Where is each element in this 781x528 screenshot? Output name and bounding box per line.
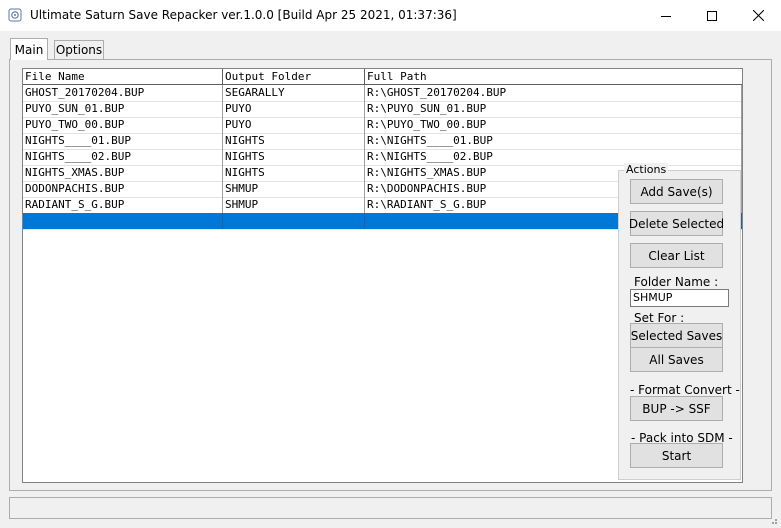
file-name-cell: NIGHTS_XMAS.BUP [23, 165, 223, 181]
title-bar[interactable]: Ultimate Saturn Save Repacker ver.1.0.0 … [0, 0, 781, 31]
tab-options-label: Options [55, 43, 103, 57]
table-row[interactable]: PUYO_SUN_01.BUP PUYO R:\PUYO_SUN_01.BUP [23, 101, 742, 118]
window-title: Ultimate Saturn Save Repacker ver.1.0.0 … [30, 8, 457, 22]
bup-to-ssf-button[interactable]: BUP -> SSF [630, 396, 723, 421]
full-path-cell: R:\PUYO_TWO_00.BUP [365, 117, 742, 133]
resize-grip-icon[interactable] [768, 514, 778, 524]
folder-name-label: Folder Name : [634, 275, 719, 289]
minimize-icon [661, 15, 671, 17]
file-name-cell: RADIANT_S_G.BUP [23, 197, 223, 213]
table-row[interactable]: PUYO_TWO_00.BUP PUYO R:\PUYO_TWO_00.BUP [23, 117, 742, 134]
output-folder-cell: NIGHTS [223, 133, 365, 149]
output-folder-cell: SHMUP [223, 197, 365, 213]
output-folder-cell: SEGARALLY [223, 85, 365, 101]
selected-saves-button[interactable]: Selected Saves [630, 323, 723, 348]
output-folder-cell: SHMUP [223, 181, 365, 197]
add-saves-button[interactable]: Add Save(s) [630, 179, 723, 204]
output-folder-cell: NIGHTS [223, 165, 365, 181]
folder-name-input[interactable]: SHMUP [630, 289, 729, 307]
tab-main-label: Main [14, 42, 44, 57]
output-folder-cell [223, 213, 365, 229]
start-button[interactable]: Start [630, 443, 723, 468]
close-icon [752, 10, 764, 21]
column-header-file-name[interactable]: File Name [23, 69, 223, 85]
column-header-output-folder[interactable]: Output Folder [223, 69, 365, 85]
maximize-button[interactable] [689, 0, 735, 31]
actions-legend: Actions [624, 163, 669, 176]
full-path-cell: R:\PUYO_SUN_01.BUP [365, 101, 742, 117]
format-convert-label: - Format Convert - [630, 383, 740, 397]
table-row[interactable]: NIGHTS____01.BUP NIGHTS R:\NIGHTS____01.BU… [23, 133, 742, 150]
tab-options[interactable]: Options [54, 40, 104, 59]
file-name-cell: GHOST_20170204.BUP [23, 85, 223, 101]
full-path-cell: R:\GHOST_20170204.BUP [365, 85, 742, 101]
file-name-cell: NIGHTS____02.BUP [23, 149, 223, 165]
column-header-full-path[interactable]: Full Path [365, 69, 742, 85]
status-bar [9, 497, 772, 519]
maximize-icon [707, 10, 717, 21]
delete-selected-button[interactable]: Delete Selected [629, 211, 724, 236]
file-name-cell: PUYO_SUN_01.BUP [23, 101, 223, 117]
minimize-button[interactable] [643, 0, 689, 31]
clear-list-button[interactable]: Clear List [630, 243, 723, 268]
file-name-cell [23, 213, 223, 229]
full-path-cell: R:\NIGHTS____01.BUP [365, 133, 742, 149]
app-icon [8, 8, 22, 22]
output-folder-cell: PUYO [223, 101, 365, 117]
close-button[interactable] [735, 0, 781, 31]
file-name-cell: NIGHTS____01.BUP [23, 133, 223, 149]
full-path-cell: R:\NIGHTS____02.BUP [365, 149, 742, 165]
tab-main[interactable]: Main [10, 38, 48, 60]
table-row[interactable]: GHOST_20170204.BUP SEGARALLY R:\GHOST_2017… [23, 85, 742, 102]
file-name-cell: PUYO_TWO_00.BUP [23, 117, 223, 133]
output-folder-cell: NIGHTS [223, 149, 365, 165]
file-name-cell: DODONPACHIS.BUP [23, 181, 223, 197]
output-folder-cell: PUYO [223, 117, 365, 133]
all-saves-button[interactable]: All Saves [630, 347, 723, 372]
